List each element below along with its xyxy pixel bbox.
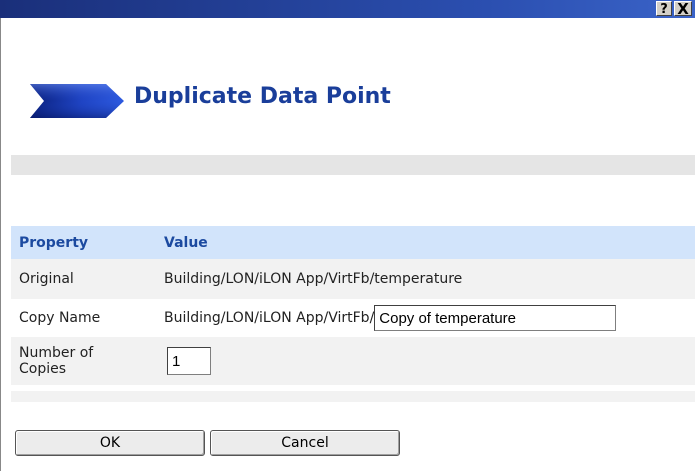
column-header-property: Property bbox=[11, 226, 156, 259]
close-button[interactable]: X bbox=[674, 1, 692, 17]
copy-name-cell: Building/LON/iLON App/VirtFb/ bbox=[156, 299, 695, 337]
window-titlebar[interactable]: ? X bbox=[0, 0, 695, 18]
copy-name-input[interactable] bbox=[374, 305, 617, 331]
properties-table: Property Value Original Building/LON/iLO… bbox=[11, 226, 695, 402]
original-value: Building/LON/iLON App/VirtFb/temperature bbox=[156, 259, 695, 299]
cancel-button[interactable]: Cancel bbox=[210, 430, 400, 456]
table-row-number-of-copies: Number of Copies bbox=[11, 337, 695, 385]
copy-name-prefix: Building/LON/iLON App/VirtFb/ bbox=[164, 310, 375, 326]
table-footer-row bbox=[11, 391, 695, 402]
table-row-copy-name: Copy Name Building/LON/iLON App/VirtFb/ bbox=[11, 299, 695, 337]
duplicate-dialog: ? X Duplicate Data Point Property Value … bbox=[0, 0, 695, 471]
column-header-value: Value bbox=[156, 226, 695, 259]
section-divider bbox=[11, 155, 695, 175]
copies-label-line1: Number of bbox=[19, 345, 94, 361]
footer-cell bbox=[11, 391, 695, 402]
copies-input[interactable] bbox=[167, 347, 211, 375]
table-header-row: Property Value bbox=[11, 226, 695, 259]
copy-name-label: Copy Name bbox=[11, 299, 156, 337]
ok-button[interactable]: OK bbox=[15, 430, 205, 456]
copies-label: Number of Copies bbox=[11, 337, 156, 385]
copies-label-line2: Copies bbox=[19, 361, 67, 377]
table-row-original: Original Building/LON/iLON App/VirtFb/te… bbox=[11, 259, 695, 299]
chevron-arrow-icon bbox=[30, 84, 124, 118]
help-button[interactable]: ? bbox=[656, 1, 672, 17]
page-title: Duplicate Data Point bbox=[134, 84, 391, 109]
copy-name-cell-inner: Building/LON/iLON App/VirtFb/ bbox=[164, 305, 617, 331]
copies-cell bbox=[156, 337, 695, 385]
original-label: Original bbox=[11, 259, 156, 299]
